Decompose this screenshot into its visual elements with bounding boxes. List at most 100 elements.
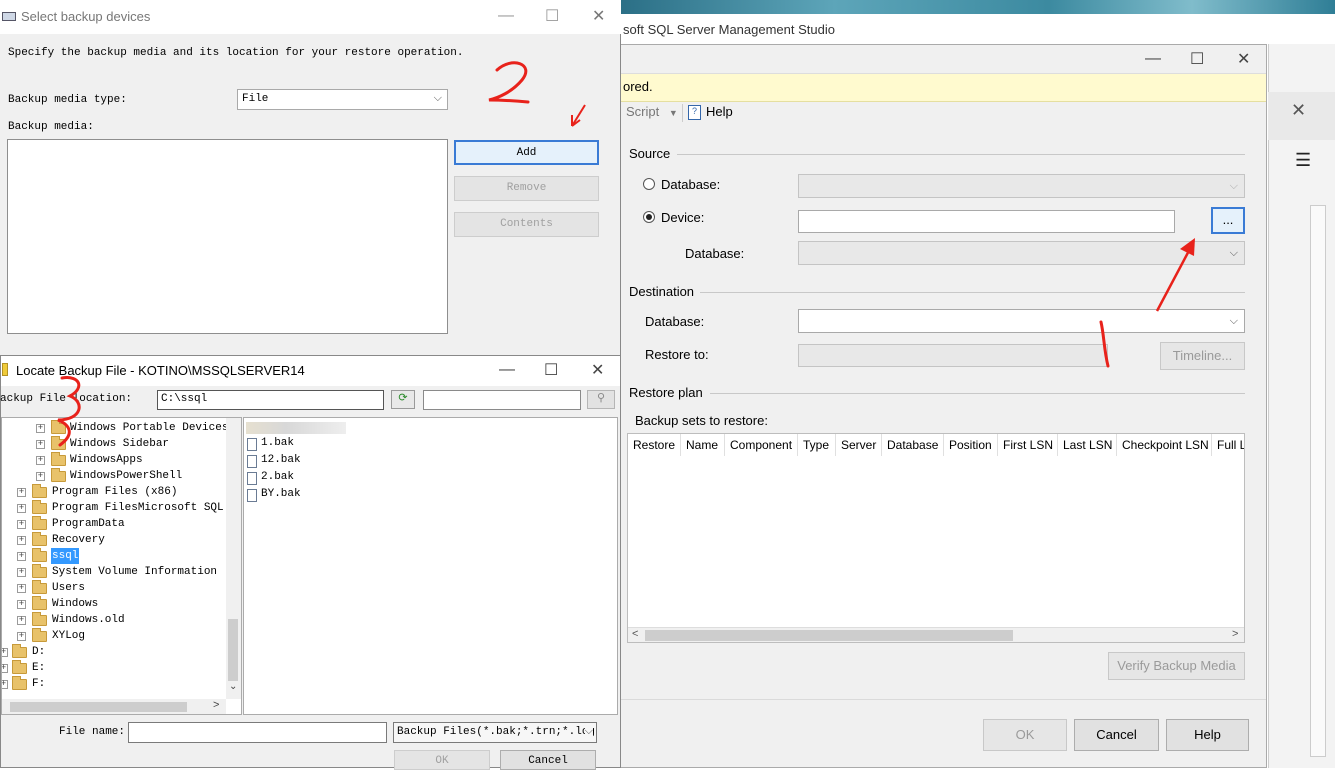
scrollbar-thumb[interactable] xyxy=(228,619,238,681)
device-browse-button[interactable]: ... xyxy=(1211,207,1245,234)
info-banner: ored. xyxy=(621,73,1266,102)
close-icon[interactable]: ✕ xyxy=(592,6,605,26)
expand-icon[interactable]: + xyxy=(2,680,8,689)
ssms-scrollbar[interactable] xyxy=(1310,205,1326,757)
scrollbar-thumb[interactable] xyxy=(645,630,1013,641)
scroll-left-icon[interactable]: < xyxy=(632,628,638,640)
expand-icon[interactable]: + xyxy=(36,472,45,481)
folder-tree[interactable]: + Windows Portable Devices + Windows Sid… xyxy=(1,417,242,715)
expand-icon[interactable]: + xyxy=(17,632,26,641)
location-input[interactable]: C:\ssql xyxy=(157,390,384,410)
close-icon[interactable]: ✕ xyxy=(1291,100,1306,121)
expand-icon[interactable]: + xyxy=(17,600,26,609)
file-name: 1.bak xyxy=(261,437,295,449)
expand-icon[interactable]: + xyxy=(17,552,26,561)
backup-sets-grid[interactable]: Restore Name Component Type Server Datab… xyxy=(627,433,1245,643)
expand-icon[interactable]: + xyxy=(36,456,45,465)
tree-item-label: Program Files (x86) xyxy=(52,486,178,498)
tree-item-label: Windows Sidebar xyxy=(70,438,170,450)
column-header[interactable]: Checkpoint LSN xyxy=(1117,434,1212,456)
expand-icon[interactable]: + xyxy=(17,536,26,545)
maximize-icon[interactable]: ☐ xyxy=(545,6,559,26)
scroll-right-icon[interactable]: > xyxy=(213,699,219,711)
search-icon[interactable]: ⚲ xyxy=(587,390,615,409)
expand-icon[interactable]: + xyxy=(17,520,26,529)
tree-item-label: F: xyxy=(32,678,46,690)
contents-button[interactable]: Contents xyxy=(454,212,599,237)
column-header[interactable]: Name xyxy=(681,434,725,456)
media-type-select[interactable]: File ⌵ xyxy=(237,89,448,110)
column-header[interactable]: Full LS xyxy=(1212,434,1244,456)
horizontal-scrollbar[interactable]: < > xyxy=(628,627,1244,642)
maximize-icon[interactable]: ☐ xyxy=(544,360,558,380)
restore-to-label: Restore to: xyxy=(645,347,709,362)
help-button[interactable]: Help xyxy=(1166,719,1249,751)
maximize-icon[interactable]: ☐ xyxy=(1190,49,1204,69)
file-name-input[interactable] xyxy=(128,722,387,743)
close-icon[interactable]: ✕ xyxy=(1237,49,1250,69)
column-header[interactable]: Server xyxy=(836,434,882,456)
minimize-icon[interactable]: — xyxy=(1145,50,1161,68)
device-database-select[interactable]: ⌵ xyxy=(798,241,1245,265)
column-header[interactable]: Component xyxy=(725,434,798,456)
expand-icon[interactable]: + xyxy=(17,488,26,497)
expand-icon[interactable]: + xyxy=(36,440,45,449)
verify-backup-media-button[interactable]: Verify Backup Media xyxy=(1108,652,1245,680)
folder-icon xyxy=(32,596,47,610)
chevron-down-icon: ⌵ xyxy=(1229,180,1238,192)
vertical-scrollbar[interactable]: ⌄ xyxy=(226,418,241,699)
location-label: ackup File location: xyxy=(0,393,133,405)
hamburger-menu-icon[interactable]: ☰ xyxy=(1295,150,1311,171)
expand-icon[interactable]: + xyxy=(36,424,45,433)
scroll-down-icon[interactable]: ⌄ xyxy=(229,681,237,692)
tree-item-label: WindowsApps xyxy=(70,454,143,466)
horizontal-scrollbar[interactable]: > xyxy=(2,699,226,714)
expand-icon[interactable]: + xyxy=(17,616,26,625)
scrollbar-thumb[interactable] xyxy=(10,702,187,712)
destination-database-select[interactable]: ⌵ xyxy=(798,309,1245,333)
expand-icon[interactable]: + xyxy=(17,504,26,513)
file-type-select[interactable]: Backup Files(*.bak;*.trn;*.log ⌵ xyxy=(393,722,597,743)
locate-cancel-button[interactable]: Cancel xyxy=(500,750,596,770)
source-database-select[interactable]: ⌵ xyxy=(798,174,1245,198)
minimize-icon[interactable]: — xyxy=(499,361,515,379)
column-header[interactable]: Restore xyxy=(628,434,681,456)
locate-ok-button[interactable]: OK xyxy=(394,750,490,770)
cancel-button[interactable]: Cancel xyxy=(1074,719,1159,751)
folder-icon xyxy=(51,452,66,466)
refresh-icon[interactable]: ⟳ xyxy=(391,390,415,409)
column-header[interactable]: First LSN xyxy=(998,434,1058,456)
chevron-down-icon: ▼ xyxy=(668,108,678,118)
file-list[interactable]: 1.bak 12.bak 2.bak BY.bak xyxy=(243,417,618,715)
column-header[interactable]: Position xyxy=(944,434,998,456)
remove-button[interactable]: Remove xyxy=(454,176,599,201)
column-header[interactable]: Type xyxy=(798,434,836,456)
script-button[interactable]: Script ▼ xyxy=(626,104,678,119)
add-button[interactable]: Add xyxy=(454,140,599,165)
column-header[interactable]: Database xyxy=(882,434,944,456)
expand-icon[interactable]: + xyxy=(17,568,26,577)
tree-item-label: System Volume Information xyxy=(52,566,218,578)
scroll-right-icon[interactable]: > xyxy=(1232,628,1238,640)
ok-button[interactable]: OK xyxy=(983,719,1067,751)
timeline-button[interactable]: Timeline... xyxy=(1160,342,1245,370)
minimize-icon[interactable]: — xyxy=(498,7,514,25)
tree-item-label: Windows Portable Devices xyxy=(70,422,229,434)
expand-icon[interactable]: + xyxy=(2,648,8,657)
close-icon[interactable]: ✕ xyxy=(591,360,604,380)
divider xyxy=(621,699,1266,700)
tree-item-label: ssql xyxy=(51,548,80,564)
database-radio[interactable] xyxy=(643,178,655,190)
backup-media-list[interactable] xyxy=(7,139,448,334)
restore-to-input[interactable] xyxy=(798,344,1108,367)
device-radio[interactable] xyxy=(643,211,655,223)
expand-icon[interactable]: + xyxy=(2,664,8,673)
backup-sets-label: Backup sets to restore: xyxy=(635,413,768,428)
expand-icon[interactable]: + xyxy=(17,584,26,593)
restore-plan-heading: Restore plan xyxy=(629,385,703,400)
filter-input[interactable] xyxy=(423,390,581,410)
device-path-input[interactable] xyxy=(798,210,1175,233)
devices-instruction: Specify the backup media and its locatio… xyxy=(8,47,464,59)
drive-icon xyxy=(12,676,27,690)
column-header[interactable]: Last LSN xyxy=(1058,434,1117,456)
